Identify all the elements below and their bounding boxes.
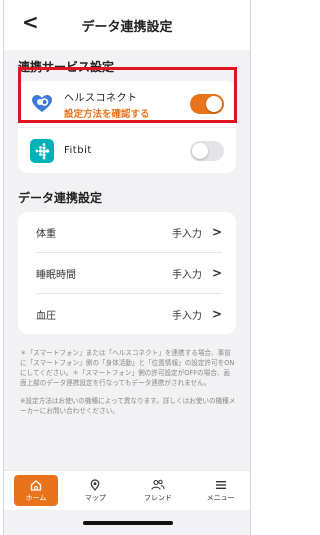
data-row-weight[interactable]: 体重 手入力 > xyxy=(18,212,236,252)
note-device: ※設定方法はお使いの機種によって異なります。詳しくはお使いの機種メーカーにお問い… xyxy=(20,397,236,415)
row-label: 睡眠時間 xyxy=(36,269,76,281)
tab-label: マップ xyxy=(84,494,106,502)
row-label: 体重 xyxy=(36,228,56,240)
toggle-knob xyxy=(192,142,208,159)
page-title: データ連携設定 xyxy=(81,19,173,35)
row-value: 手入力 xyxy=(171,310,202,322)
services-card: ヘルスコネクト 設定方法を確認する Fitbit xyxy=(18,81,236,173)
chevron-right-icon: > xyxy=(211,225,222,239)
app-screen: < データ連携設定 連携サービス設定 ヘルスコネクト 設定方法を確認する Fit… xyxy=(3,0,251,535)
setup-guide-link[interactable]: 設定方法を確認する xyxy=(64,106,190,120)
data-settings-card: 体重 手入力 > 睡眠時間 手入力 > 血圧 手入力 > xyxy=(18,212,236,334)
chevron-right-icon: > xyxy=(211,266,222,280)
services-section-title: 連携サービス設定 xyxy=(18,60,115,74)
row-value: 手入力 xyxy=(171,228,202,240)
tab-map[interactable]: マップ xyxy=(64,471,127,510)
tab-friends[interactable]: フレンド xyxy=(127,471,190,510)
note-permissions: ＊「スマートフォン」または「ヘルスコネクト」を連携する場合、事前に「スマートフォ… xyxy=(20,349,235,387)
service-name: Fitbit xyxy=(64,145,92,156)
menu-icon xyxy=(215,478,227,491)
service-name: ヘルスコネクト xyxy=(64,92,138,104)
fitbit-toggle[interactable] xyxy=(190,140,224,161)
service-text: ヘルスコネクト 設定方法を確認する xyxy=(64,89,190,120)
data-row-blood-pressure[interactable]: 血圧 手入力 > xyxy=(18,294,236,334)
tab-menu[interactable]: メニュー xyxy=(189,471,250,510)
home-indicator xyxy=(83,521,173,525)
tab-label: フレンド xyxy=(144,494,172,502)
tab-label: メニュー xyxy=(206,494,235,502)
notes: ＊「スマートフォン」または「ヘルスコネクト」を連携する場合、事前に「スマートフォ… xyxy=(4,334,250,416)
back-button[interactable]: < xyxy=(22,12,39,32)
data-row-sleep[interactable]: 睡眠時間 手入力 > xyxy=(18,253,236,293)
toggle-knob xyxy=(206,96,222,112)
service-text: Fitbit xyxy=(64,145,190,156)
data-settings-section-title: データ連携設定 xyxy=(18,191,103,205)
row-value: 手入力 xyxy=(171,269,202,281)
header: < データ連携設定 xyxy=(4,0,250,50)
tab-bar: ホーム マップ フレンド メニュー xyxy=(4,470,250,510)
health-connect-icon xyxy=(30,92,54,116)
health-connect-toggle[interactable] xyxy=(190,94,224,114)
service-row-health-connect[interactable]: ヘルスコネクト 設定方法を確認する xyxy=(18,81,236,127)
friends-icon xyxy=(151,478,165,491)
service-row-fitbit[interactable]: Fitbit xyxy=(18,127,236,173)
tab-label: ホーム xyxy=(25,494,47,502)
fitbit-icon xyxy=(30,138,54,163)
map-pin-icon xyxy=(89,478,101,491)
row-label: 血圧 xyxy=(36,310,56,322)
chevron-right-icon: > xyxy=(211,307,222,321)
home-icon xyxy=(30,478,42,491)
tab-home[interactable]: ホーム xyxy=(14,475,58,506)
